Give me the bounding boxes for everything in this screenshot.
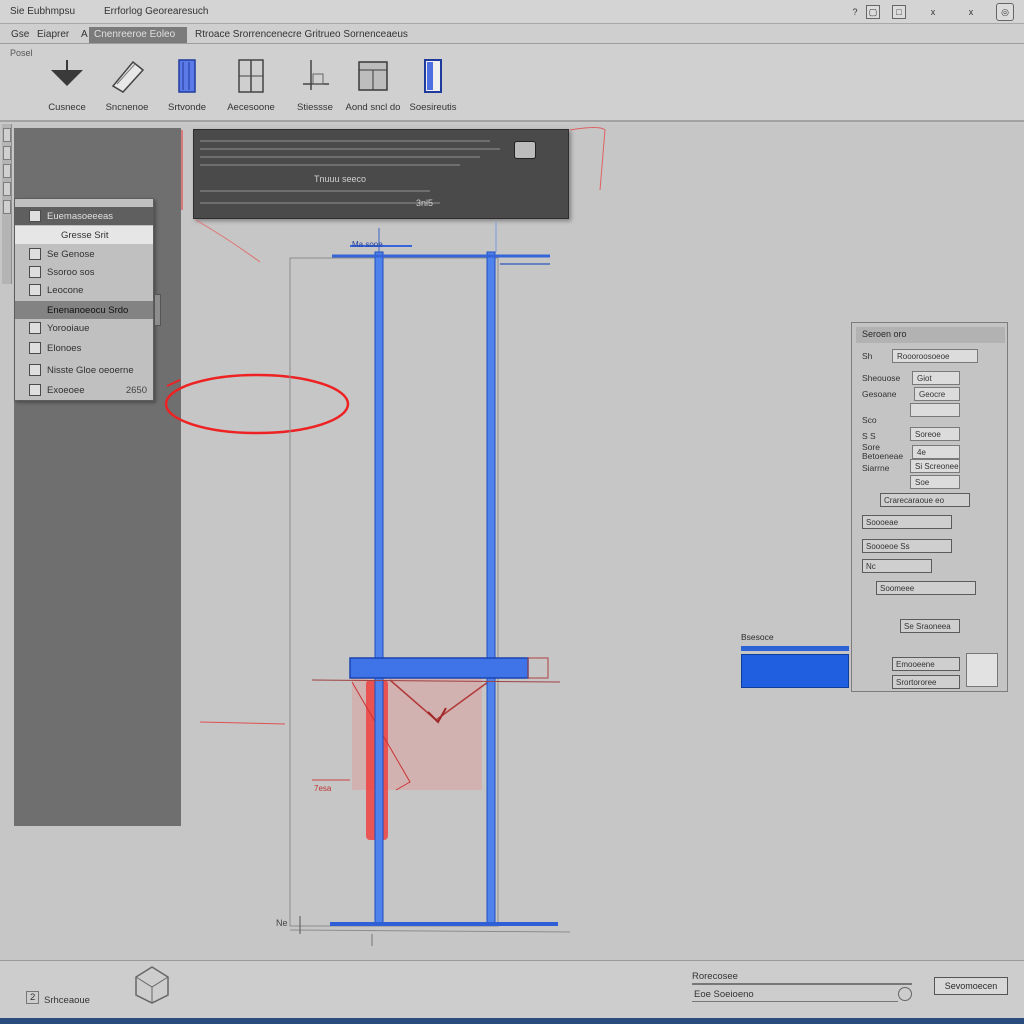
status-action-button[interactable]: Sevomoecen	[934, 977, 1008, 995]
status-left-text: Srhceaoue	[44, 995, 90, 1006]
prop-button-0[interactable]: Crarecaraoue eo	[880, 493, 970, 507]
prop-label-4: S S	[862, 431, 876, 441]
blue-left-post	[374, 251, 384, 925]
prop-button-3[interactable]: Nc	[862, 559, 932, 573]
red-annotation-line	[199, 721, 286, 725]
prop-field-6[interactable]: Si Screonee	[910, 459, 960, 473]
properties-title: Seroen oro	[856, 327, 1005, 343]
preview-thumbnail	[966, 653, 998, 687]
red-annotation-line	[166, 379, 181, 387]
section-outline	[289, 257, 499, 927]
status-center-value: Eoe Soeioeno	[694, 989, 754, 1000]
prop-label-6: Siarrne	[862, 463, 890, 473]
prop-field-0[interactable]: Roooroosoeoe	[892, 349, 978, 363]
prop-button-1[interactable]: Soooeae	[862, 515, 952, 529]
red-annotation-curve	[569, 127, 606, 191]
prop-button-7[interactable]: Srortororee	[892, 675, 960, 689]
blue-right-post	[486, 251, 496, 925]
prop-label-3: Sco	[862, 415, 877, 425]
window-bottom-edge	[0, 1018, 1024, 1024]
prop-label-0: Sh	[862, 351, 873, 361]
status-small-icon[interactable]	[898, 987, 912, 1001]
layer-color-swatch[interactable]	[741, 654, 849, 688]
red-annotation-curve	[195, 219, 261, 263]
layer-box-title: Bsesoce	[741, 632, 774, 642]
status-progress-track	[692, 1001, 898, 1002]
prop-field-1[interactable]: Giot	[912, 371, 960, 385]
status-progress-track	[692, 983, 912, 985]
status-center-label: Rorecosee	[692, 971, 738, 982]
navigation-cube-icon[interactable]	[132, 965, 172, 1005]
middle-beam	[349, 657, 529, 679]
prop-field-5[interactable]: 4e	[912, 445, 960, 459]
red-highlight-ellipse	[164, 373, 350, 435]
status-bar: 2 Srhceaoue Rorecosee Eoe Soeioeno Sevom…	[0, 960, 1024, 1024]
layer-color-box[interactable]: Bsesoce	[739, 630, 851, 690]
baseline	[289, 929, 571, 933]
base-label: Ne	[276, 918, 288, 928]
prop-button-5[interactable]: Se Sraoneea	[900, 619, 960, 633]
status-number: 2	[26, 991, 40, 1004]
prop-button-2[interactable]: Soooeoe Ss	[862, 539, 952, 553]
prop-field-4[interactable]: Soreoe	[910, 427, 960, 441]
prop-label-5: Sore Betoeneae	[862, 442, 904, 461]
prop-label-2: Gesoane	[862, 389, 897, 399]
prop-button-6[interactable]: Emooeene	[892, 657, 960, 671]
properties-panel: Seroen oro Sh Roooroosoeoe Sheouose Giot…	[851, 322, 1008, 692]
beam-end-red	[527, 657, 549, 679]
prop-field-3[interactable]	[910, 403, 960, 417]
prop-label-1: Sheouose	[862, 373, 901, 383]
prop-field-7[interactable]: Soe	[910, 475, 960, 489]
prop-button-4[interactable]: Soomeee	[876, 581, 976, 595]
prop-field-2[interactable]: Geocre	[914, 387, 960, 401]
dimension-top-label: Ma sooe	[352, 240, 383, 249]
layer-box-bar	[741, 646, 849, 651]
dimension-left-label: 7esa	[314, 784, 332, 793]
